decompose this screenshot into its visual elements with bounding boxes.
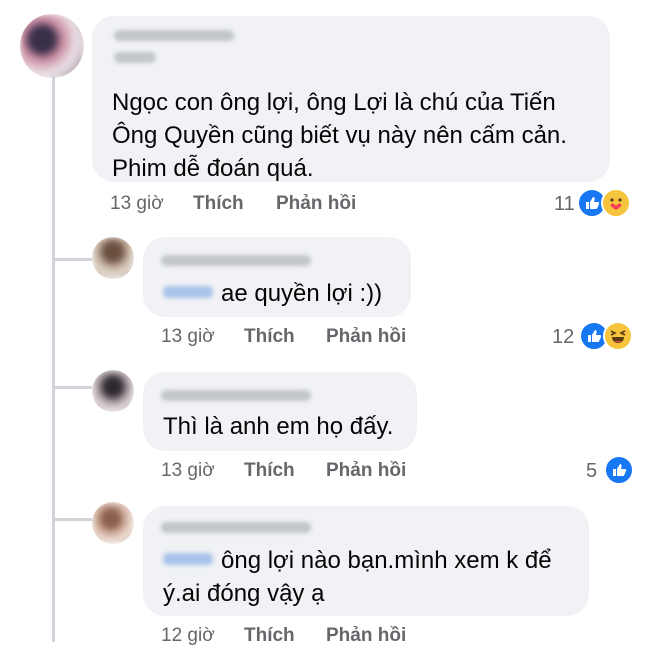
mention-tag-blurred[interactable] bbox=[163, 553, 213, 565]
avatar[interactable] bbox=[20, 14, 84, 78]
thread-branch-1 bbox=[52, 258, 92, 261]
reaction-count[interactable]: 5 bbox=[586, 460, 597, 483]
reply-text: Thì là anh em họ đấy. bbox=[163, 413, 394, 440]
like-link[interactable]: Thích bbox=[244, 625, 295, 647]
reaction-count[interactable]: 11 bbox=[554, 193, 575, 216]
author-subtitle-blurred bbox=[114, 52, 156, 63]
care-icon[interactable] bbox=[601, 188, 631, 218]
reply-link[interactable]: Phản hồi bbox=[326, 625, 406, 647]
reply-link[interactable]: Phản hồi bbox=[326, 460, 406, 482]
haha-icon[interactable] bbox=[603, 321, 633, 351]
reply-link[interactable]: Phản hồi bbox=[326, 326, 406, 348]
reply-time[interactable]: 12 giờ bbox=[161, 625, 215, 647]
thread-branch-3 bbox=[52, 518, 92, 521]
author-name-blurred[interactable] bbox=[161, 522, 311, 533]
comment-text-line-2: Ông Quyền cũng biết vụ này nên cấm cản. bbox=[112, 122, 567, 149]
reply-time[interactable]: 13 giờ bbox=[161, 326, 215, 348]
avatar[interactable] bbox=[92, 370, 134, 412]
reply-text-line-2: ý.ai đóng vậy ạ bbox=[163, 580, 325, 607]
avatar[interactable] bbox=[92, 502, 134, 544]
reply-time[interactable]: 13 giờ bbox=[161, 460, 215, 482]
avatar[interactable] bbox=[92, 237, 134, 279]
like-link[interactable]: Thích bbox=[244, 326, 295, 348]
comment-bubble: Ngọc con ông lợi, ông Lợi là chú của Tiế… bbox=[92, 16, 610, 182]
reply-text-line-1: ông lợi nào bạn.mình xem k để bbox=[221, 547, 552, 574]
reply-bubble: ông lợi nào bạn.mình xem k để ý.ai đóng … bbox=[143, 506, 589, 616]
reply-text: ae quyền lợi :)) bbox=[221, 280, 383, 307]
like-link[interactable]: Thích bbox=[193, 193, 244, 215]
like-icon[interactable] bbox=[604, 455, 634, 485]
like-link[interactable]: Thích bbox=[244, 460, 295, 482]
author-name-blurred[interactable] bbox=[161, 255, 311, 266]
author-name-blurred[interactable] bbox=[114, 30, 234, 41]
thread-branch-2 bbox=[52, 386, 92, 389]
thread-line-main bbox=[52, 72, 55, 642]
comment-text-line-3: Phim dễ đoán quá. bbox=[112, 155, 314, 182]
comment-text-line-1: Ngọc con ông lợi, ông Lợi là chú của Tiế… bbox=[112, 89, 556, 116]
author-name-blurred[interactable] bbox=[161, 390, 311, 401]
reply-link[interactable]: Phản hồi bbox=[276, 193, 356, 215]
comment-time[interactable]: 13 giờ bbox=[110, 193, 164, 215]
reaction-count[interactable]: 12 bbox=[552, 326, 574, 349]
reply-bubble: ae quyền lợi :)) bbox=[143, 237, 411, 317]
reply-bubble: Thì là anh em họ đấy. bbox=[143, 372, 417, 451]
mention-tag-blurred[interactable] bbox=[163, 286, 213, 298]
